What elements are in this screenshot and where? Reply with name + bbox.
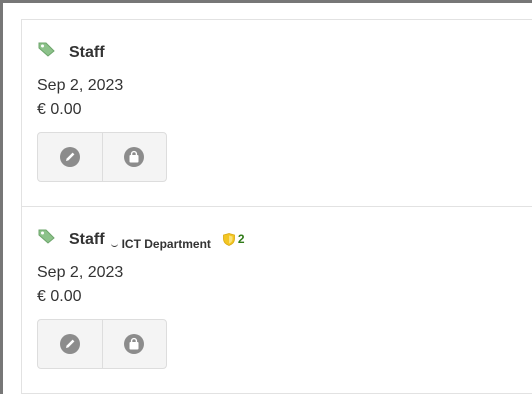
ticket-list: Staff Sep 2, 2023 € 0.00 Staff ICT Depar… — [21, 19, 532, 394]
department-label: ICT Department — [110, 237, 211, 251]
shopping-bag-icon — [124, 334, 145, 354]
edit-icon — [59, 147, 80, 167]
window-frame: Staff Sep 2, 2023 € 0.00 Staff ICT Depar… — [0, 0, 532, 394]
subscript-arc — [110, 240, 118, 247]
edit-button[interactable] — [38, 320, 102, 368]
buy-button[interactable] — [101, 320, 167, 368]
ticket-title: Staff — [69, 44, 105, 61]
ticket-title: Staff — [69, 231, 105, 248]
tag-icon — [38, 229, 55, 244]
ticket-header: Staff ICT Department 2 — [37, 229, 245, 251]
buy-button[interactable] — [101, 133, 167, 181]
tag-icon — [38, 42, 55, 57]
ticket-price: € 0.00 — [37, 101, 82, 118]
ticket-actions — [37, 132, 167, 182]
ticket-date: Sep 2, 2023 — [37, 264, 124, 281]
edit-icon — [59, 334, 80, 354]
department-name: ICT Department — [121, 237, 211, 251]
ticket-price: € 0.00 — [37, 288, 82, 305]
ticket-header: Staff — [37, 42, 105, 64]
shopping-bag-icon — [124, 147, 145, 167]
ticket-actions — [37, 319, 167, 369]
level-badge: 2 — [223, 232, 245, 246]
shield-icon — [223, 232, 235, 246]
edit-button[interactable] — [38, 133, 102, 181]
ticket-card: Staff ICT Department 2 Sep 2, 2023 € 0.0… — [22, 207, 532, 394]
ticket-date: Sep 2, 2023 — [37, 77, 124, 94]
ticket-card: Staff Sep 2, 2023 € 0.00 — [22, 20, 532, 207]
badge-count: 2 — [237, 232, 245, 246]
